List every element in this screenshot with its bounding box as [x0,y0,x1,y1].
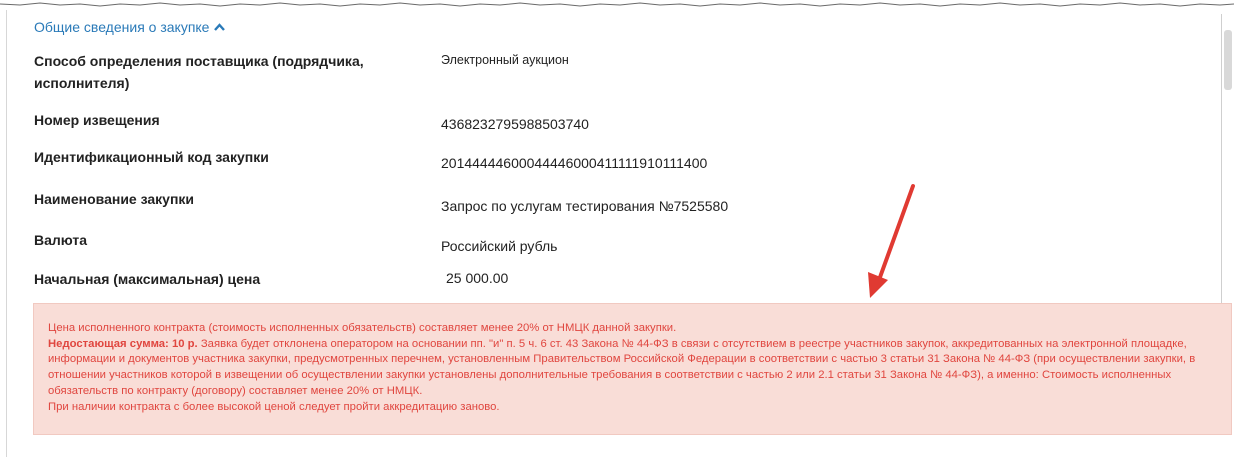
warning-alert: Цена исполненного контракта (стоимость и… [33,303,1232,435]
value-purchase-code: 20144444600044446000411111910111400 [441,155,708,171]
left-border [6,10,7,457]
scrollbar-thumb[interactable] [1224,30,1232,90]
label-purchase-name: Наименование закупки [34,191,195,207]
value-notice-number: 4368232795988503740 [441,116,589,132]
alert-body: Заявка будет отклонена оператором на осн… [48,337,1196,397]
red-arrow-icon [868,184,915,298]
alert-last-line: При наличии контракта с более высокой це… [48,400,500,413]
alert-line-1: Цена исполненного контракта (стоимость и… [48,322,677,334]
value-start-price: 25 000.00 [446,270,509,286]
label-purchase-code: Идентификационный код закупки [34,149,269,165]
label-start-price: Начальная (максимальная) цена [34,271,261,287]
alert-missing-amount: Недостающая сумма: 10 р. [48,337,198,350]
label-supplier-method: Способ определения поставщика (подрядчик… [34,53,364,91]
label-notice-number: Номер извещения [34,112,160,128]
chevron-up-icon [214,23,226,31]
label-currency: Валюта [34,232,88,248]
value-supplier-method: Электронный аукцион [441,53,569,67]
torn-edge [0,2,1234,7]
value-currency: Российский рубль [441,238,558,254]
section-title: Общие сведения о закупке [34,19,210,35]
section-toggle[interactable]: Общие сведения о закупке [34,19,226,35]
alert-body-paragraph: Недостающая сумма: 10 р. Заявка будет от… [48,337,1213,400]
value-purchase-name: Запрос по услугам тестирования №7525580 [441,198,729,214]
